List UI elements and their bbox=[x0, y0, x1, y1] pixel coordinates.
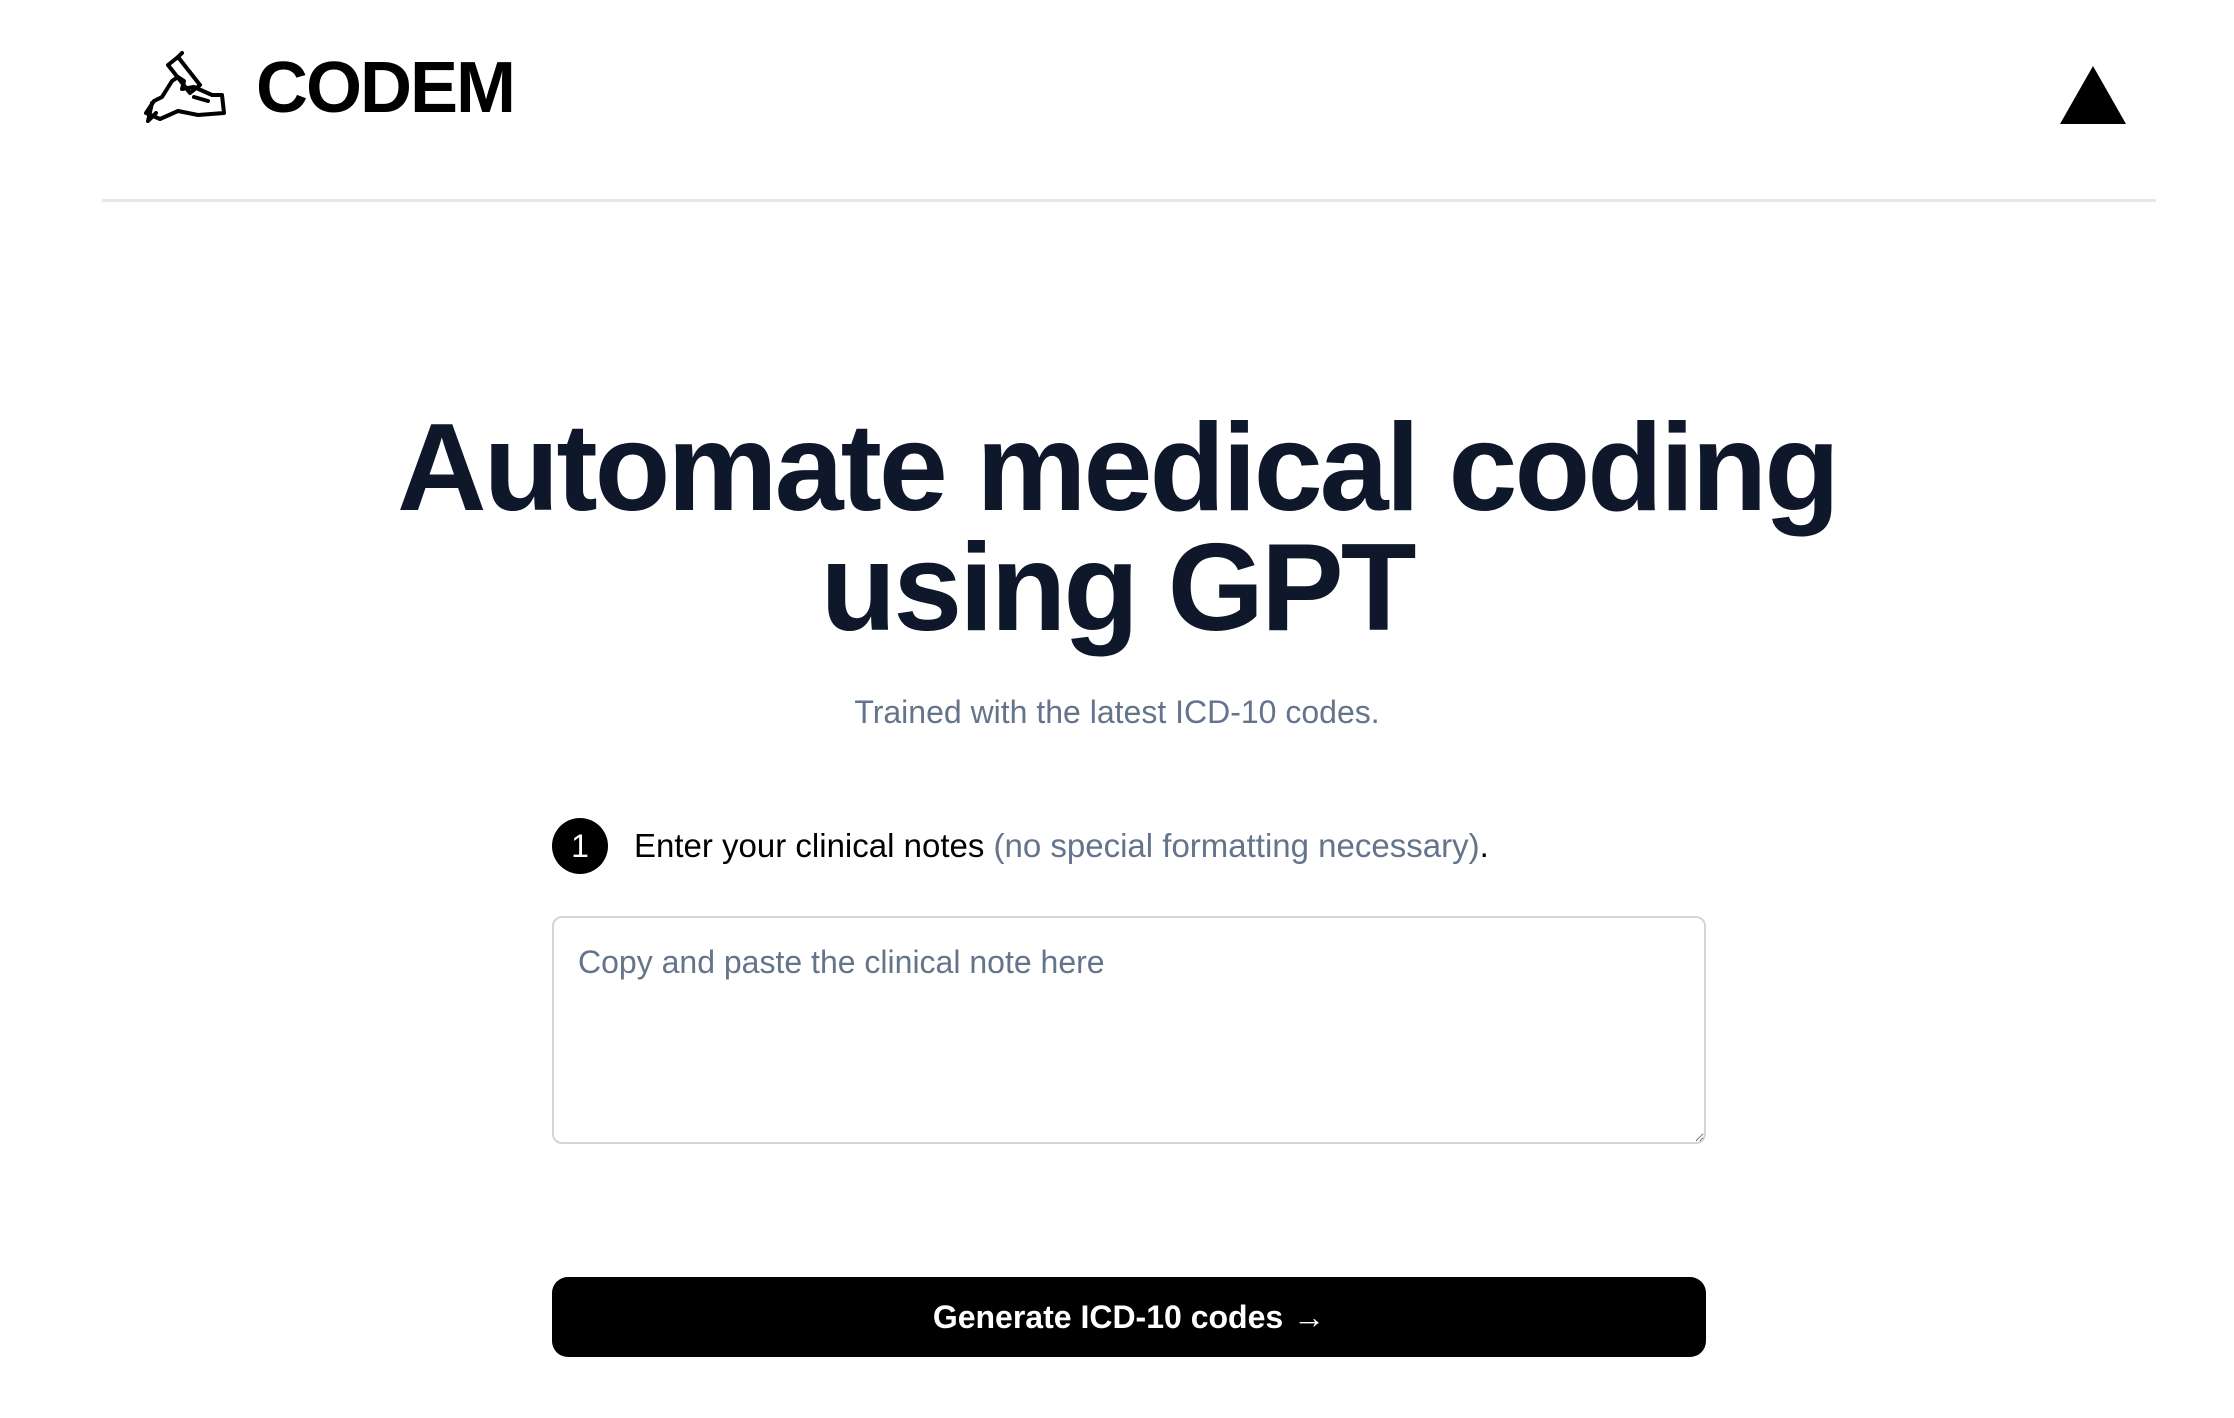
hero-title: Automate medical coding using GPT bbox=[0, 406, 2234, 650]
step-label: Enter your clinical notes bbox=[634, 827, 985, 864]
clinical-note-input[interactable] bbox=[552, 916, 1706, 1144]
step-suffix: . bbox=[1479, 827, 1489, 864]
step-hint: (no special formatting necessary) bbox=[993, 827, 1480, 864]
brand-home-link[interactable]: CODEM bbox=[138, 48, 516, 128]
brand-name: CODEM bbox=[256, 48, 516, 128]
vercel-triangle-icon[interactable] bbox=[2060, 66, 2126, 124]
hero-title-line1: Automate medical coding bbox=[397, 399, 1840, 537]
step-1-instruction: 1 Enter your clinical notes (no special … bbox=[552, 818, 1702, 874]
step-number-badge: 1 bbox=[552, 818, 608, 874]
arrow-right-icon: → bbox=[1293, 1298, 1326, 1335]
site-header: CODEM bbox=[102, 0, 2156, 202]
hand-writing-icon bbox=[138, 50, 228, 126]
generate-codes-button[interactable]: Generate ICD-10 codes → bbox=[552, 1277, 1706, 1357]
generate-button-label: Generate ICD-10 codes bbox=[932, 1298, 1284, 1335]
hero-title-line2: using GPT bbox=[820, 519, 1417, 657]
step-text: Enter your clinical notes (no special fo… bbox=[634, 827, 1489, 865]
hero-subtitle: Trained with the latest ICD-10 codes. bbox=[854, 694, 1380, 730]
